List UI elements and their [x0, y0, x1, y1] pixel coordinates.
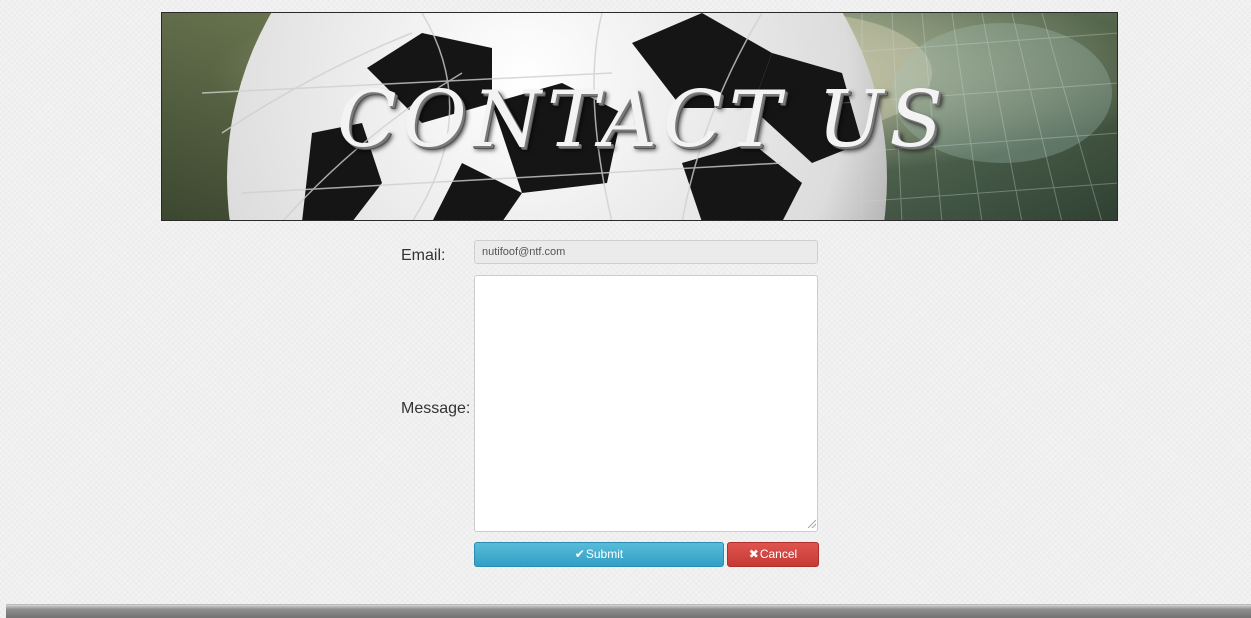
cancel-label: Cancel	[759, 547, 798, 561]
message-textarea[interactable]	[474, 275, 818, 532]
close-icon: ✖	[748, 547, 759, 561]
banner-title: CONTACT US	[337, 75, 949, 165]
message-label: Message:	[401, 400, 471, 417]
contact-banner: CONTACT US	[161, 12, 1118, 221]
email-label: Email:	[401, 247, 446, 264]
submit-button[interactable]: ✔Submit	[474, 542, 724, 567]
email-field[interactable]: nutifoof@ntf.com	[474, 240, 818, 264]
checkmark-icon: ✔	[574, 547, 585, 561]
submit-label: Submit	[585, 547, 624, 561]
contact-page: CONTACT US Email: nutifoof@ntf.com Messa…	[0, 0, 1251, 618]
resize-grip-icon[interactable]	[808, 520, 816, 528]
cancel-button[interactable]: ✖Cancel	[727, 542, 819, 567]
footer-bar	[6, 604, 1251, 618]
